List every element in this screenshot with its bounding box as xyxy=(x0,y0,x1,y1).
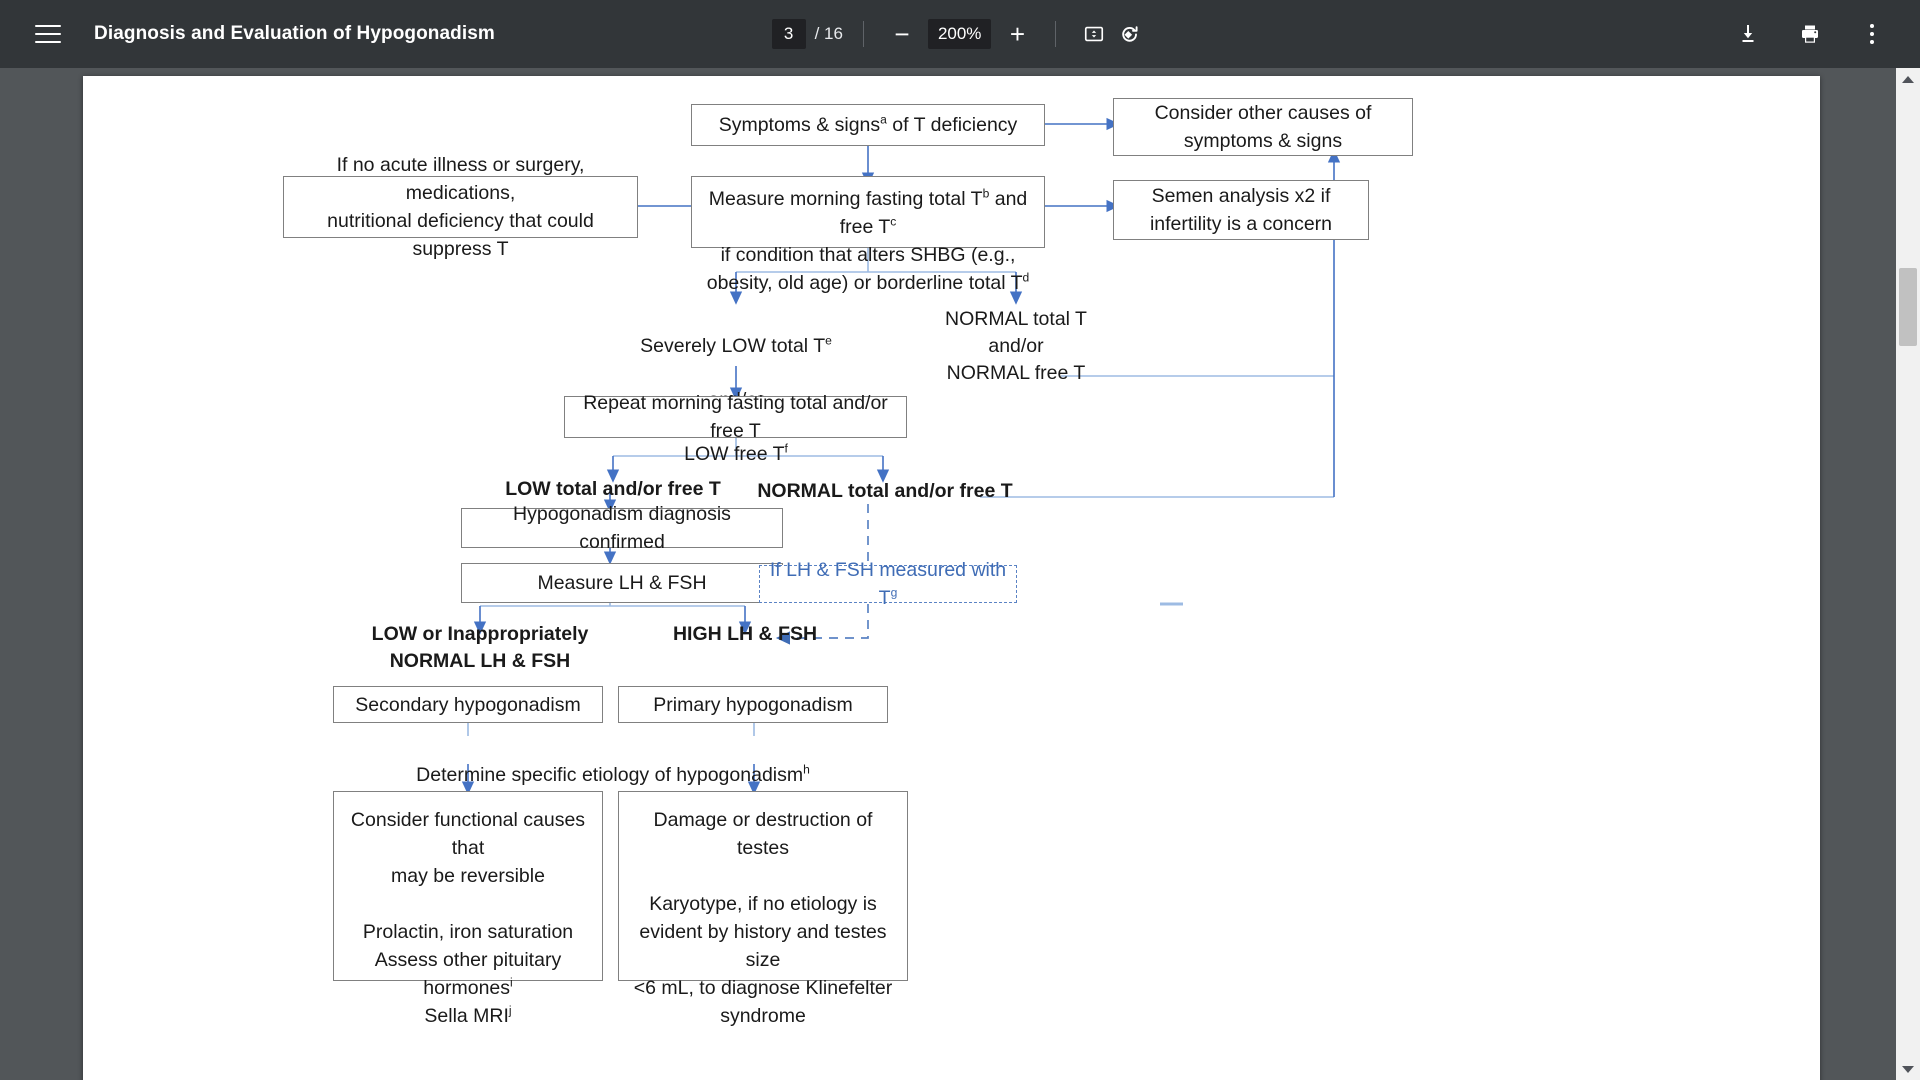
severely-low-l1: Severely LOW total T xyxy=(640,335,826,357)
damage-l3: evident by history and testes size xyxy=(639,921,887,971)
measure-line2: if condition that alters SHBG (e.g., obe… xyxy=(706,244,1023,294)
node-symptoms-text-2: of T deficiency xyxy=(886,114,1018,136)
node-measure-morning-fasting: Measure morning fasting total Tb and fre… xyxy=(691,176,1045,294)
node-damage-destruction-testes: Damage or destruction of testes Karyotyp… xyxy=(618,791,908,1027)
functional-l2: may be reversible xyxy=(391,865,545,887)
triangle-down xyxy=(1902,1065,1914,1073)
node-secondary-hypogonadism: Secondary hypogonadism xyxy=(333,686,603,723)
if-lh-fsh-text: If LH & FSH measured with T xyxy=(769,559,1007,609)
footnote-marker-h: h xyxy=(803,762,810,777)
pdf-page: Symptoms & signsa of T deficiency Consid… xyxy=(83,76,1820,1080)
toolbar-right-group xyxy=(1730,16,1920,52)
pdf-toolbar: Diagnosis and Evaluation of Hypogonadism… xyxy=(0,0,1920,68)
menu-line xyxy=(35,25,61,27)
page-count-label: / 16 xyxy=(814,24,843,43)
severely-low-l3: LOW free T xyxy=(684,443,785,465)
scrollbar-thumb[interactable] xyxy=(1899,268,1917,346)
label-normal-total-t: NORMAL total T and/or NORMAL free T xyxy=(945,308,1087,384)
rotate-counterclockwise-icon[interactable] xyxy=(1112,16,1148,52)
label-low-total-free-t: LOW total and/or free T xyxy=(505,478,721,500)
toolbar-divider xyxy=(862,21,864,47)
footnote-marker-e: e xyxy=(825,333,832,348)
zoom-level-input[interactable]: 200% xyxy=(927,19,992,49)
node-repeat-morning-fasting: Repeat morning fasting total and/or free… xyxy=(564,392,907,442)
toolbar-divider xyxy=(1055,21,1057,47)
footnote-marker-i: i xyxy=(510,975,513,990)
print-icon[interactable] xyxy=(1792,16,1828,52)
functional-l4: Assess other pituitary hormones xyxy=(374,949,562,999)
toolbar-left-group: Diagnosis and Evaluation of Hypogonadism xyxy=(0,14,495,54)
zoom-in-button[interactable]: + xyxy=(999,16,1035,52)
hamburger-menu-icon[interactable] xyxy=(28,14,68,54)
node-consider-functional-causes: Consider functional causes that may be r… xyxy=(333,791,603,1027)
flowchart: Symptoms & signsa of T deficiency Consid… xyxy=(83,76,1820,1080)
page-number-input[interactable]: 3 xyxy=(771,19,806,49)
zoom-out-button[interactable]: − xyxy=(884,16,920,52)
node-symptoms-signs: Symptoms & signsa of T deficiency xyxy=(691,104,1045,146)
node-primary-hypogonadism: Primary hypogonadism xyxy=(618,686,888,723)
label-normal-total-free-t: NORMAL total and/or free T xyxy=(757,480,1013,502)
footnote-marker-d: d xyxy=(1022,270,1030,285)
vertical-scrollbar[interactable] xyxy=(1896,68,1920,1080)
scroll-up-arrow-icon[interactable] xyxy=(1896,68,1920,90)
footnote-marker-g: g xyxy=(890,585,898,600)
pdf-viewer-area[interactable]: Symptoms & signsa of T deficiency Consid… xyxy=(0,68,1920,1080)
label-determine-etiology: Determine specific etiology of hypogonad… xyxy=(383,735,843,789)
damage-l2: Karyotype, if no etiology is xyxy=(649,893,877,915)
kebab-dot xyxy=(1870,40,1874,44)
functional-l1: Consider functional causes that xyxy=(350,809,586,859)
label-low-or-inappropriately-normal: LOW or Inappropriately NORMAL LH & FSH xyxy=(371,623,589,672)
determine-etiology-text: Determine specific etiology of hypogonad… xyxy=(416,764,804,786)
footnote-marker-a: a xyxy=(880,112,887,127)
measure-line1: Measure morning fasting total T xyxy=(708,188,983,210)
node-semen-analysis: Semen analysis x2 if infertility is a co… xyxy=(1113,180,1369,240)
menu-line xyxy=(35,41,61,43)
damage-l1: Damage or destruction of testes xyxy=(653,809,873,859)
node-hypogonadism-diagnosis-confirmed: Hypogonadism diagnosis confirmed xyxy=(461,503,783,553)
more-options-icon[interactable] xyxy=(1854,16,1890,52)
kebab-dot xyxy=(1870,32,1874,36)
node-if-lh-fsh-measured-with-t: If LH & FSH measured with Tg xyxy=(759,559,1017,609)
damage-l5: syndrome xyxy=(720,1005,806,1027)
footnote-marker-j: j xyxy=(508,1003,512,1018)
footnote-marker-c: c xyxy=(890,214,897,229)
menu-line xyxy=(35,33,61,35)
node-measure-lh-fsh: Measure LH & FSH xyxy=(461,563,783,603)
kebab-dot xyxy=(1870,24,1874,28)
scroll-down-arrow-icon[interactable] xyxy=(1896,1058,1920,1080)
triangle-up xyxy=(1902,75,1914,83)
node-no-acute-illness: If no acute illness or surgery, medicati… xyxy=(283,154,638,260)
document-title: Diagnosis and Evaluation of Hypogonadism xyxy=(94,23,495,44)
label-high-lh-fsh: HIGH LH & FSH xyxy=(672,623,818,645)
functional-l3: Prolactin, iron saturation xyxy=(362,921,574,943)
fit-to-page-icon[interactable] xyxy=(1076,16,1112,52)
node-symptoms-text: Symptoms & signs xyxy=(718,114,881,136)
functional-l5: Sella MRI xyxy=(424,1005,509,1027)
node-consider-other-causes: Consider other causes of symptoms & sign… xyxy=(1113,98,1413,156)
download-icon[interactable] xyxy=(1730,16,1766,52)
damage-l4: <6 mL, to diagnose Klinefelter xyxy=(633,977,893,999)
